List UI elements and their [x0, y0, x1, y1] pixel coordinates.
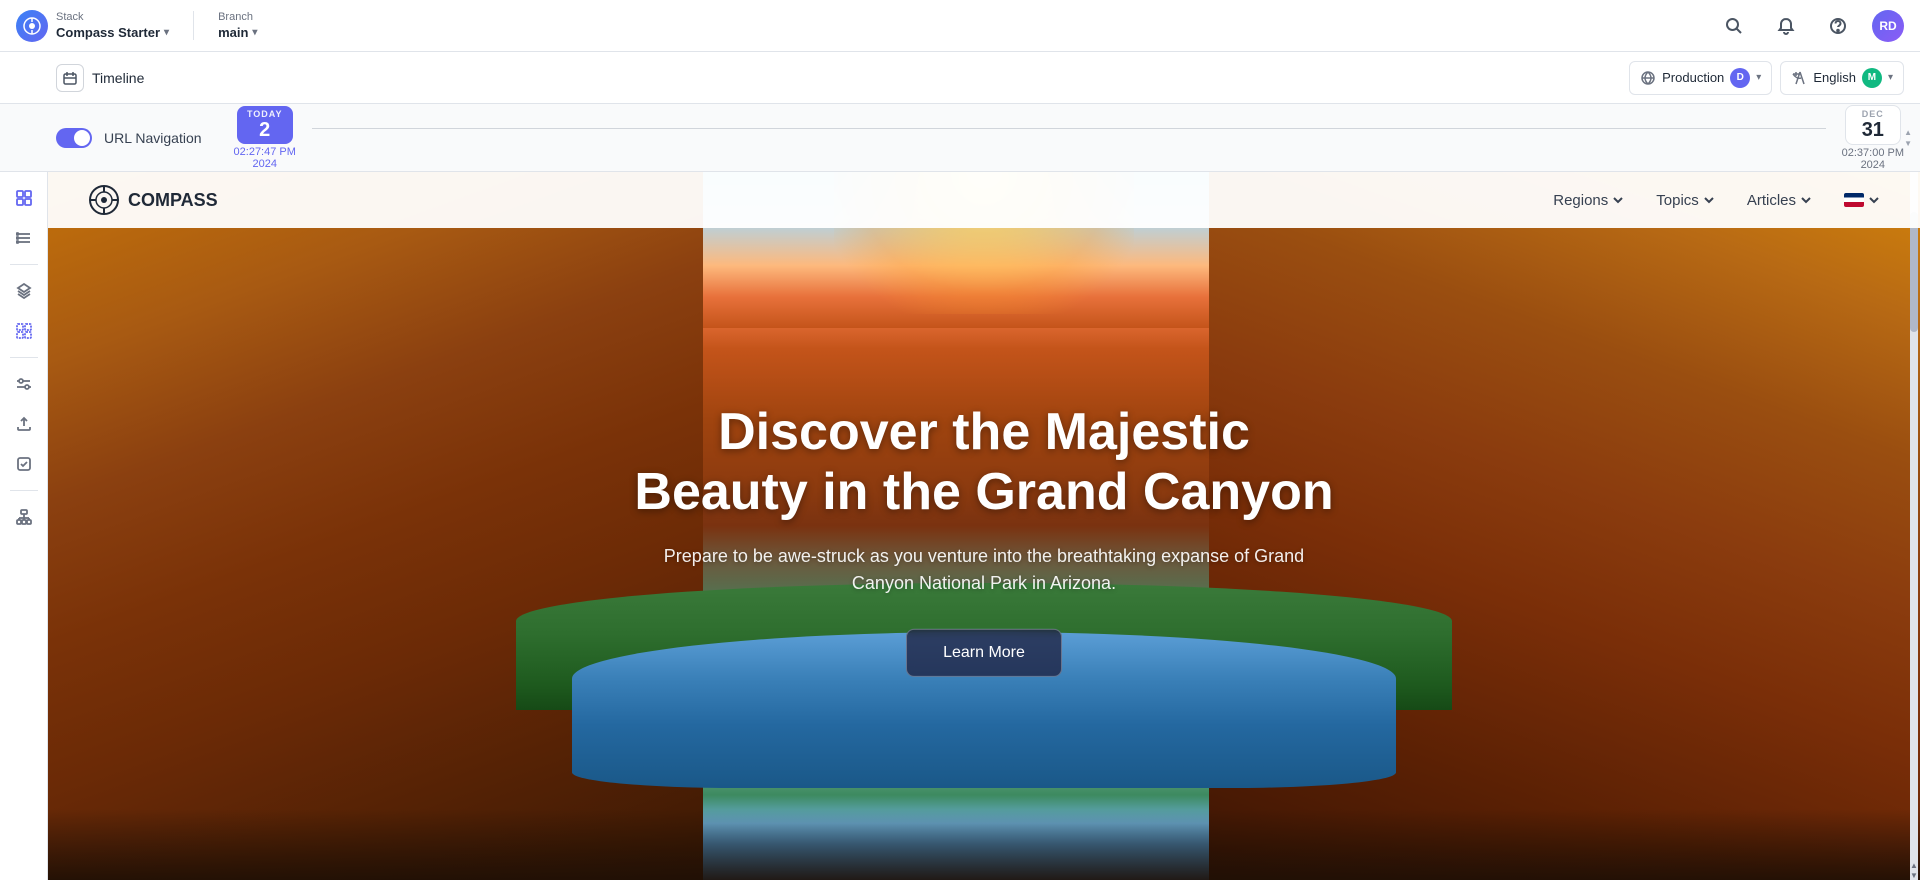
branch-label: Branch	[218, 11, 257, 24]
today-date-num: 2	[247, 119, 283, 141]
sidebar-item-target[interactable]	[6, 313, 42, 349]
language-chevron: ▾	[1888, 72, 1893, 83]
sidebar-item-grid[interactable]	[6, 180, 42, 216]
language-dropdown[interactable]: English M ▾	[1780, 61, 1904, 95]
url-nav-toggle[interactable]	[56, 128, 92, 148]
brand-text: Stack Compass Starter ▾	[56, 11, 169, 39]
today-label: TODAY	[247, 109, 283, 119]
help-button[interactable]	[1820, 8, 1856, 44]
website-preview-container: ▲ ▼ COMPASS	[48, 172, 1920, 880]
sidebar-item-list[interactable]	[6, 220, 42, 256]
environment-chevron: ▾	[1756, 72, 1761, 83]
topics-chevron-icon	[1703, 194, 1715, 206]
site-logo-text: COMPASS	[128, 190, 218, 211]
url-nav-label: URL Navigation	[104, 130, 202, 146]
hero-title: Discover the Majestic Beauty in the Gran…	[634, 403, 1334, 523]
top-bar-left: Stack Compass Starter ▾ Branch main ▾	[16, 10, 257, 42]
articles-chevron-icon	[1800, 194, 1812, 206]
right-date-num: 31	[1856, 119, 1890, 141]
site-nav: COMPASS Regions Topics Articles	[48, 172, 1920, 228]
search-button[interactable]	[1716, 8, 1752, 44]
foreground-dark	[48, 809, 1920, 880]
scrollbar-track[interactable]: ▲ ▼	[1910, 172, 1918, 880]
hero-content: Discover the Majestic Beauty in the Gran…	[634, 403, 1334, 677]
environment-badge: D	[1730, 68, 1750, 88]
website-preview: ▲ ▼ COMPASS	[48, 172, 1920, 880]
flag-selector[interactable]	[1844, 193, 1880, 207]
brand-chevron: ▾	[164, 27, 169, 38]
language-label: English	[1813, 70, 1856, 85]
user-avatar[interactable]: RD	[1872, 10, 1904, 42]
top-bar: Stack Compass Starter ▾ Branch main ▾	[0, 0, 1920, 52]
scrollbar-thumb[interactable]	[1910, 212, 1918, 332]
today-time: 02:27:47 PM 2024	[234, 146, 296, 170]
flag-chevron-icon	[1868, 194, 1880, 206]
branch-name[interactable]: main ▾	[218, 25, 257, 40]
environment-label: Production	[1662, 70, 1724, 85]
nav-topics[interactable]: Topics	[1656, 192, 1715, 209]
sidebar	[0, 172, 48, 880]
nav-regions[interactable]: Regions	[1553, 192, 1624, 209]
scroll-bottom-arrows[interactable]: ▲ ▼	[1910, 860, 1918, 880]
main-layout: ▲ ▼ COMPASS	[0, 172, 1920, 880]
top-bar-right: RD	[1716, 8, 1904, 44]
environment-dropdown[interactable]: Production D ▾	[1629, 61, 1772, 95]
notifications-button[interactable]	[1768, 8, 1804, 44]
branch-chevron: ▾	[252, 27, 257, 38]
site-nav-links: Regions Topics Articles	[1553, 192, 1880, 209]
url-nav-section: URL Navigation	[56, 128, 202, 148]
us-flag-icon	[1844, 193, 1864, 207]
timeline-section: Timeline	[56, 64, 144, 92]
sidebar-divider-1	[10, 264, 38, 265]
timeline-line	[312, 128, 1826, 129]
compass-logo-icon	[88, 184, 120, 216]
third-bar: URL Navigation TODAY 2 02:27:47 PM 2024 …	[0, 104, 1920, 172]
sidebar-divider-3	[10, 490, 38, 491]
second-bar: Timeline Production D ▾ English M ▾	[0, 52, 1920, 104]
regions-chevron-icon	[1612, 194, 1624, 206]
right-month-label: DEC	[1856, 109, 1890, 119]
nav-articles[interactable]: Articles	[1747, 192, 1812, 209]
sidebar-divider-2	[10, 357, 38, 358]
hero-subtitle: Prepare to be awe-struck as you venture …	[634, 542, 1334, 596]
sidebar-item-hierarchy[interactable]	[6, 499, 42, 535]
sidebar-item-controls[interactable]	[6, 366, 42, 402]
brand-area[interactable]: Stack Compass Starter ▾	[16, 10, 169, 42]
language-badge: M	[1862, 68, 1882, 88]
branch-area[interactable]: Branch main ▾	[193, 11, 257, 39]
right-date-time: 02:37:00 PM 2024	[1842, 147, 1904, 171]
second-bar-right: Production D ▾ English M ▾	[1629, 61, 1904, 95]
sidebar-item-upload[interactable]	[6, 406, 42, 442]
right-date-card[interactable]: DEC 31	[1845, 105, 1901, 145]
stack-label: Stack	[56, 11, 169, 24]
today-card[interactable]: TODAY 2	[237, 106, 293, 144]
site-logo: COMPASS	[88, 184, 218, 216]
timeline-label: Timeline	[92, 70, 144, 86]
sidebar-item-layers[interactable]	[6, 273, 42, 309]
brand-logo-icon	[16, 10, 48, 42]
sidebar-item-checklist[interactable]	[6, 446, 42, 482]
scroll-arrows[interactable]: ▲ ▼	[1904, 128, 1912, 148]
learn-more-button[interactable]: Learn More	[906, 628, 1062, 676]
app-name[interactable]: Compass Starter ▾	[56, 25, 169, 40]
timeline-icon	[56, 64, 84, 92]
right-date-section: DEC 31 02:37:00 PM 2024	[1842, 105, 1904, 171]
today-date-section: TODAY 2 02:27:47 PM 2024	[234, 106, 296, 170]
